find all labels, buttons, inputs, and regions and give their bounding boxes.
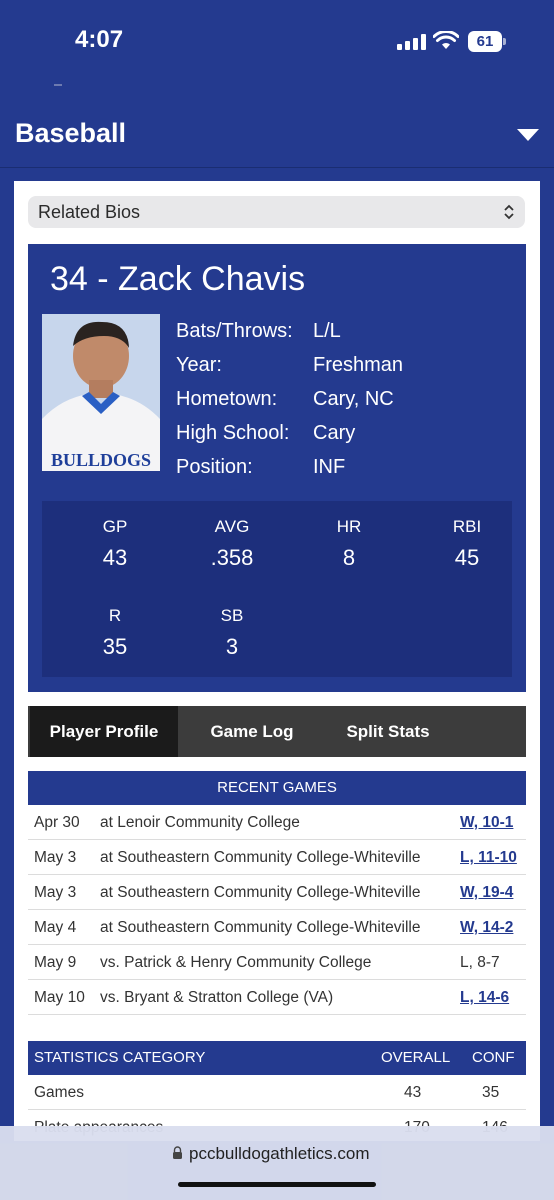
player-bio-card: 34 - Zack Chavis BULLDOGS Bats/Throws: L… (28, 244, 526, 692)
profile-tabs: Player Profile Game Log Split Stats (28, 706, 526, 757)
table-row: Games 43 35 (28, 1075, 526, 1110)
status-bar: 4:07 61 (0, 0, 554, 84)
stat-rbi: RBI 45 (452, 517, 482, 570)
battery-icon: 61 (468, 31, 506, 52)
recent-games-header: RECENT GAMES (28, 771, 526, 805)
sport-title[interactable]: Baseball (15, 118, 126, 149)
wifi-icon (433, 31, 459, 49)
site-header: Baseball (0, 84, 554, 168)
jersey-text: BULLDOGS (51, 450, 151, 470)
table-row: May 9 vs. Patrick & Henry Community Coll… (28, 945, 526, 980)
main-content: Related Bios 34 - Zack Chavis BULLDOGS B… (14, 181, 540, 1141)
player-name: 34 - Zack Chavis (50, 260, 306, 298)
status-time: 4:07 (75, 26, 124, 53)
stat-r: R 35 (102, 606, 128, 659)
tab-split-stats[interactable]: Split Stats (324, 706, 452, 757)
table-row: Apr 30 at Lenoir Community College W, 10… (28, 805, 526, 840)
game-result-link[interactable]: W, 19-4 (460, 884, 513, 902)
game-result: L, 8-7 (460, 954, 500, 971)
season-stats-summary: GP 43 AVG .358 HR 8 RBI 45 R 35 SB 3 (42, 501, 512, 677)
table-row: May 10 vs. Bryant & Stratton College (VA… (28, 980, 526, 1015)
related-bios-label: Related Bios (38, 202, 141, 222)
table-row: May 3 at Southeastern Community College-… (28, 840, 526, 875)
sport-menu-caret-icon[interactable] (517, 129, 539, 141)
select-chevron-icon (504, 204, 514, 220)
game-result-link[interactable]: L, 11-10 (460, 849, 517, 867)
tab-game-log[interactable]: Game Log (184, 706, 320, 757)
stat-avg: AVG .358 (210, 517, 254, 570)
game-result-link[interactable]: W, 10-1 (460, 814, 513, 832)
cellular-signal-icon (397, 34, 427, 50)
lock-icon (173, 1146, 182, 1159)
stat-sb: SB 3 (220, 606, 244, 659)
related-bios-select[interactable]: Related Bios (28, 196, 525, 228)
battery-level: 61 (468, 31, 502, 52)
home-indicator[interactable] (178, 1182, 376, 1187)
table-row: May 4 at Southeastern Community College-… (28, 910, 526, 945)
statistics-header: STATISTICS CATEGORY OVERALL CONF (28, 1041, 526, 1075)
browser-address-bar[interactable]: pccbulldogathletics.com (0, 1126, 554, 1200)
game-result-link[interactable]: W, 14-2 (460, 919, 513, 937)
player-photo: BULLDOGS (42, 314, 160, 471)
url-text[interactable]: pccbulldogathletics.com (189, 1144, 369, 1164)
stat-gp: GP 43 (102, 517, 128, 570)
tab-player-profile[interactable]: Player Profile (30, 706, 178, 757)
stat-hr: HR 8 (336, 517, 362, 570)
table-row: May 3 at Southeastern Community College-… (28, 875, 526, 910)
game-result-link[interactable]: L, 14-6 (460, 989, 509, 1007)
